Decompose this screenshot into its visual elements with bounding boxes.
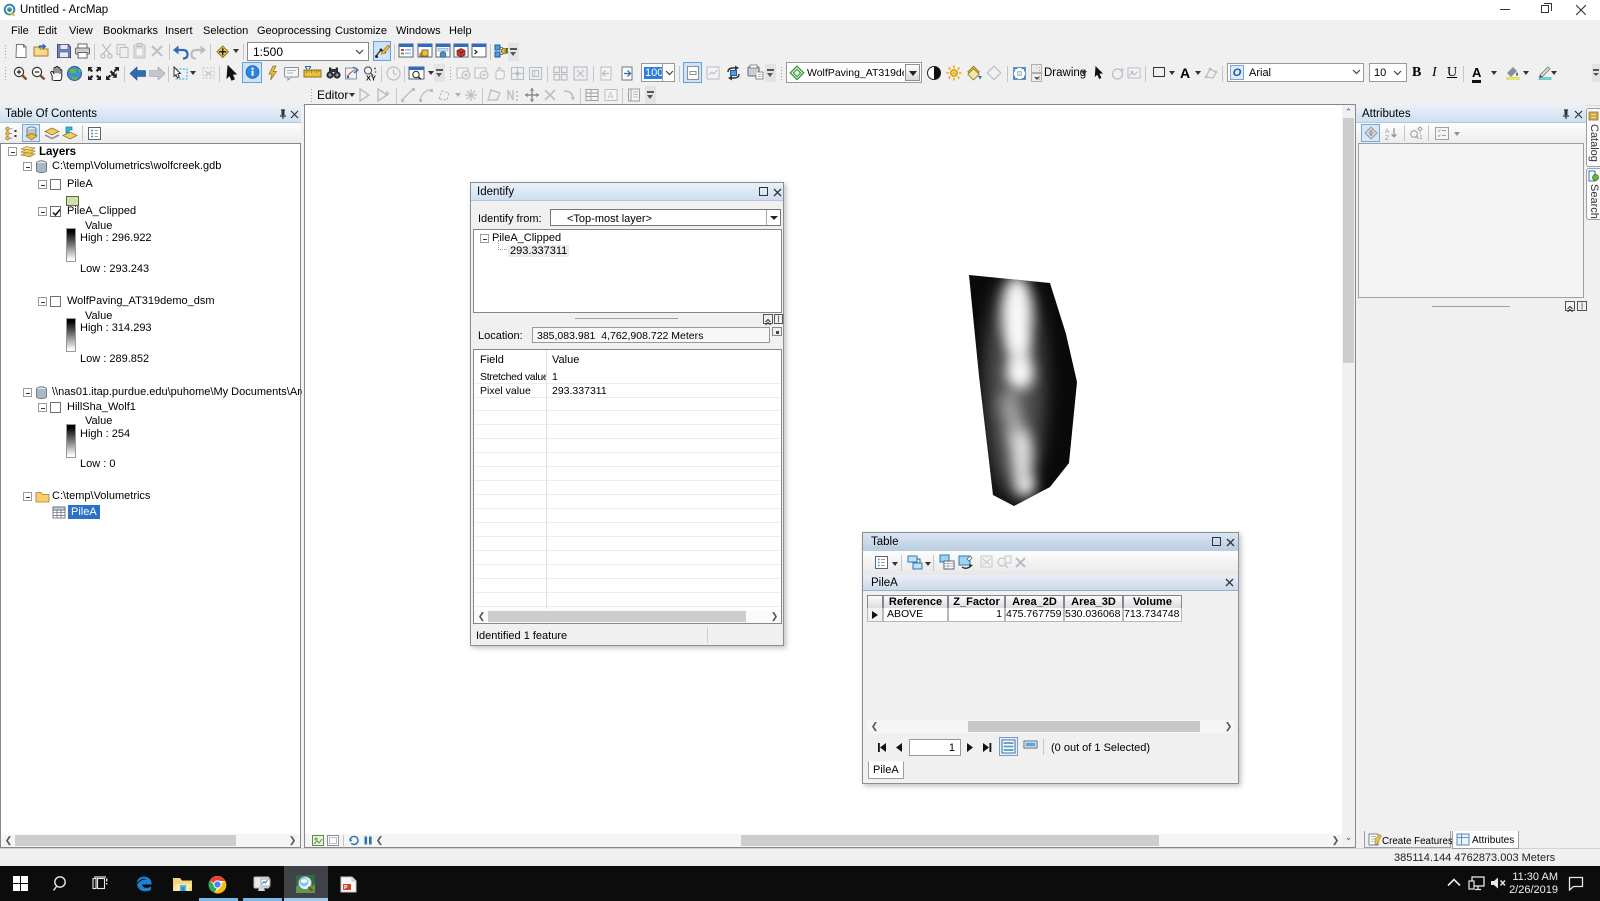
svg-text:Z: Z bbox=[1385, 135, 1389, 141]
svg-text:P: P bbox=[344, 885, 348, 891]
svg-text:XY: XY bbox=[366, 74, 376, 83]
svg-text:1: 1 bbox=[533, 70, 538, 79]
svg-text:A: A bbox=[608, 91, 614, 101]
svg-text:A: A bbox=[1385, 128, 1390, 135]
